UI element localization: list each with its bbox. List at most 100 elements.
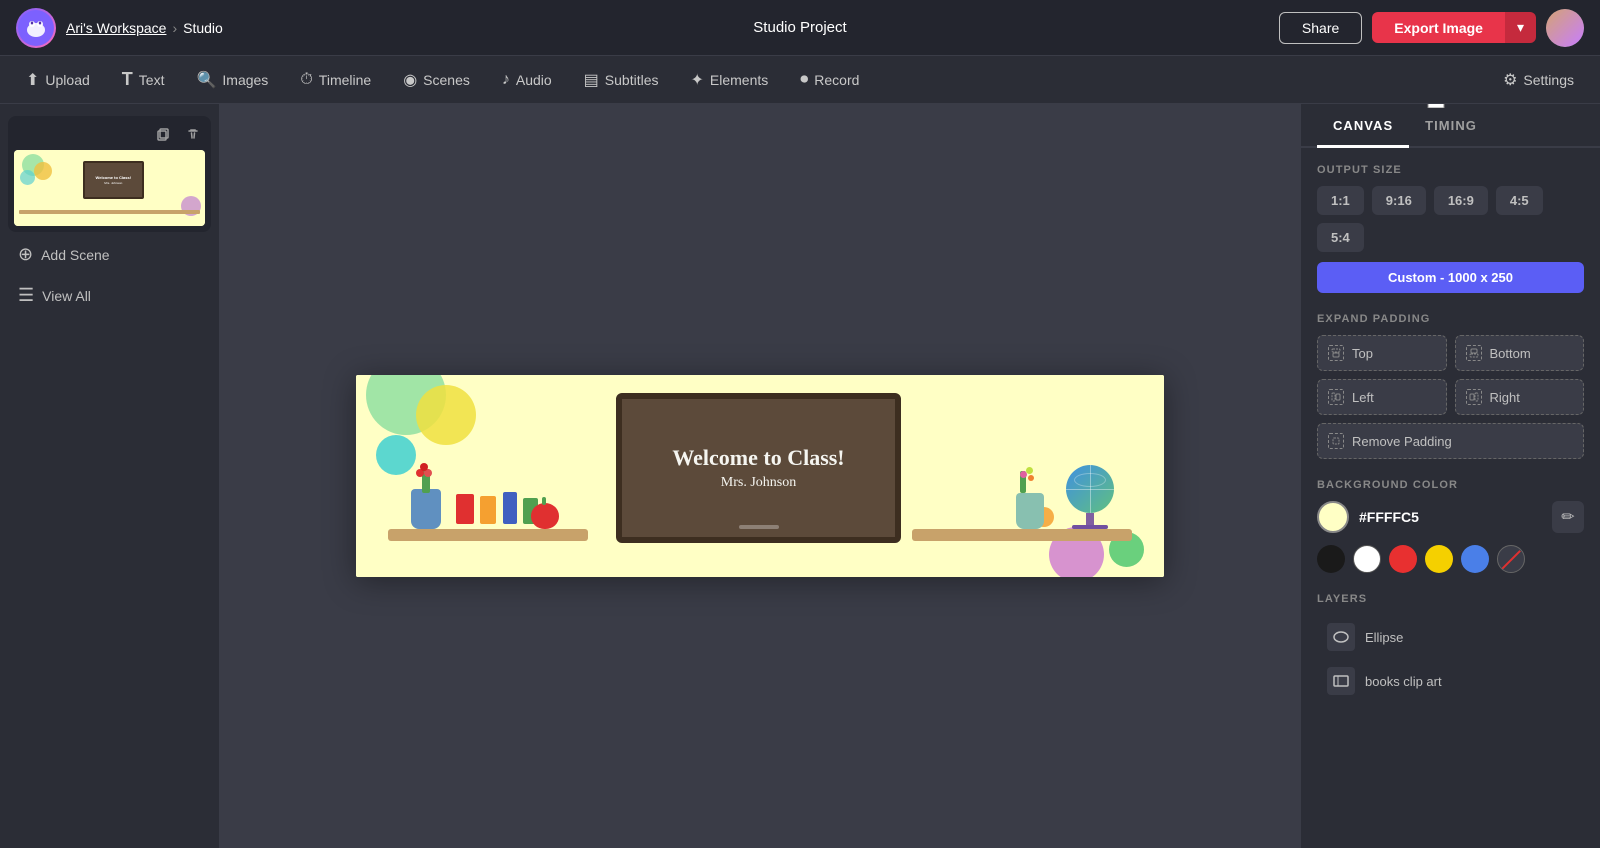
padding-bottom-button[interactable]: Bottom (1455, 335, 1585, 371)
audio-icon: ♪ (502, 71, 510, 89)
breadcrumb-current: Studio (183, 20, 223, 36)
padding-top-icon (1328, 345, 1344, 361)
chalkboard[interactable]: Welcome to Class! Mrs. Johnson (616, 393, 901, 543)
circle-teal (376, 435, 416, 475)
custom-size-button[interactable]: Custom - 1000 x 250 (1317, 262, 1584, 293)
padding-right-button[interactable]: Right (1455, 379, 1585, 415)
size-btn-16-9[interactable]: 16:9 (1434, 186, 1488, 215)
toolbar-elements[interactable]: ✦ Elements (677, 64, 783, 96)
size-buttons: 1:1 9:16 16:9 4:5 5:4 (1317, 186, 1584, 252)
bg-color-hex: #FFFFC5 (1359, 509, 1419, 525)
padding-left-label: Left (1352, 390, 1374, 405)
share-button[interactable]: Share (1279, 12, 1362, 44)
flower-vase-right (1016, 493, 1044, 529)
toolbar-text[interactable]: T Text (108, 63, 179, 96)
upload-icon: ⬆ (26, 70, 39, 90)
toolbar-scenes[interactable]: ◉ Scenes (389, 64, 484, 96)
layer-ellipse[interactable]: Ellipse (1317, 615, 1584, 659)
canvas-area[interactable]: Welcome to Class! Mrs. Johnson (220, 104, 1300, 848)
toolbar-settings-label: Settings (1523, 72, 1574, 88)
toolbar-subtitles-label: Subtitles (605, 72, 659, 88)
padding-top-button[interactable]: Top (1317, 335, 1447, 371)
project-title: Studio Project (753, 19, 846, 36)
workspace-link[interactable]: Ari's Workspace (66, 20, 166, 36)
view-all-button[interactable]: ☰ View All (8, 277, 211, 314)
toolbar-audio[interactable]: ♪ Audio (488, 65, 566, 95)
scene-copy-icon[interactable] (151, 122, 175, 146)
toolbar-audio-label: Audio (516, 72, 552, 88)
view-all-label: View All (42, 288, 91, 304)
padding-bottom-icon (1466, 345, 1482, 361)
toolbar-settings[interactable]: ⚙ Settings (1489, 64, 1588, 96)
record-icon: ⏺ (800, 71, 808, 89)
toolbar-record-label: Record (814, 72, 859, 88)
breadcrumb-separator: › (172, 20, 177, 36)
bg-color-picker-button[interactable]: ✏ (1552, 501, 1584, 533)
layer-ellipse-icon (1327, 623, 1355, 651)
size-btn-1-1[interactable]: 1:1 (1317, 186, 1364, 215)
padding-buttons: Top Bottom Left (1317, 335, 1584, 459)
swatch-blue[interactable] (1461, 545, 1489, 573)
color-swatches (1317, 545, 1584, 573)
timeline-icon: ⏱ (300, 71, 312, 89)
app-logo[interactable] (16, 8, 56, 48)
swatch-red[interactable] (1389, 545, 1417, 573)
export-button[interactable]: Export Image (1372, 12, 1505, 43)
bg-color-row: #FFFFC5 ✏ (1317, 501, 1584, 533)
apple (531, 503, 559, 529)
swatch-white[interactable] (1353, 545, 1381, 573)
scenes-icon: ◉ (403, 70, 417, 90)
padding-remove-button[interactable]: Remove Padding (1317, 423, 1584, 459)
toolbar-images-label: Images (222, 72, 268, 88)
layers-section: LAYERS Ellipse books clip art (1301, 593, 1600, 703)
toolbar: ⬆ Upload T Text 🔍 Images ⏱ Timeline ◉ Sc… (0, 56, 1600, 104)
add-scene-label: Add Scene (41, 247, 110, 263)
vase (411, 489, 441, 529)
add-scene-icon: ⊕ (18, 244, 33, 265)
size-btn-5-4[interactable]: 5:4 (1317, 223, 1364, 252)
padding-left-button[interactable]: Left (1317, 379, 1447, 415)
left-sidebar: Welcome to Class! Mrs. Johnson ⊕ Add Sce… (0, 104, 220, 848)
padding-remove-icon (1328, 433, 1344, 449)
toolbar-upload[interactable]: ⬆ Upload (12, 64, 104, 96)
layer-books[interactable]: books clip art (1317, 659, 1584, 703)
images-icon: 🔍 (196, 70, 216, 90)
user-avatar[interactable] (1546, 9, 1584, 47)
swatch-black[interactable] (1317, 545, 1345, 573)
add-scene-button[interactable]: ⊕ Add Scene (8, 236, 211, 273)
toolbar-upload-label: Upload (45, 72, 89, 88)
scene-delete-icon[interactable] (181, 122, 205, 146)
view-all-icon: ☰ (18, 285, 34, 306)
tab-canvas[interactable]: CANVAS (1317, 104, 1409, 148)
panel-tabs: CANVAS TIMING (1301, 104, 1600, 148)
toolbar-timeline-label: Timeline (319, 72, 371, 88)
toolbar-subtitles[interactable]: ▤ Subtitles (570, 64, 673, 96)
scene-thumbnail[interactable]: Welcome to Class! Mrs. Johnson (8, 116, 211, 232)
globe (1066, 465, 1114, 529)
toolbar-timeline[interactable]: ⏱ Timeline (286, 65, 385, 95)
shelf-right (912, 529, 1132, 541)
chalk-eraser (739, 525, 779, 529)
layers-label: LAYERS (1317, 593, 1584, 605)
padding-remove-label: Remove Padding (1352, 434, 1452, 449)
chalkboard-title: Welcome to Class! (672, 445, 844, 471)
nav-right: Share Export Image ▾ (1279, 9, 1584, 47)
padding-right-label: Right (1490, 390, 1520, 405)
swatch-yellow[interactable] (1425, 545, 1453, 573)
toolbar-scenes-label: Scenes (423, 72, 470, 88)
toolbar-record[interactable]: ⏺ Record (786, 65, 873, 95)
cursor-arrow-indicator (1419, 104, 1453, 113)
padding-right-icon (1466, 389, 1482, 405)
swatch-none[interactable] (1497, 545, 1525, 573)
expand-padding-label: EXPAND PADDING (1317, 313, 1584, 325)
bg-color-swatch[interactable] (1317, 501, 1349, 533)
canvas-frame[interactable]: Welcome to Class! Mrs. Johnson (356, 375, 1164, 577)
layer-books-label: books clip art (1365, 674, 1442, 689)
size-btn-4-5[interactable]: 4:5 (1496, 186, 1543, 215)
circle-yellow (416, 385, 476, 445)
padding-bottom-label: Bottom (1490, 346, 1531, 361)
size-btn-9-16[interactable]: 9:16 (1372, 186, 1426, 215)
toolbar-text-label: Text (139, 72, 165, 88)
toolbar-images[interactable]: 🔍 Images (182, 64, 282, 96)
export-dropdown-button[interactable]: ▾ (1505, 12, 1536, 43)
